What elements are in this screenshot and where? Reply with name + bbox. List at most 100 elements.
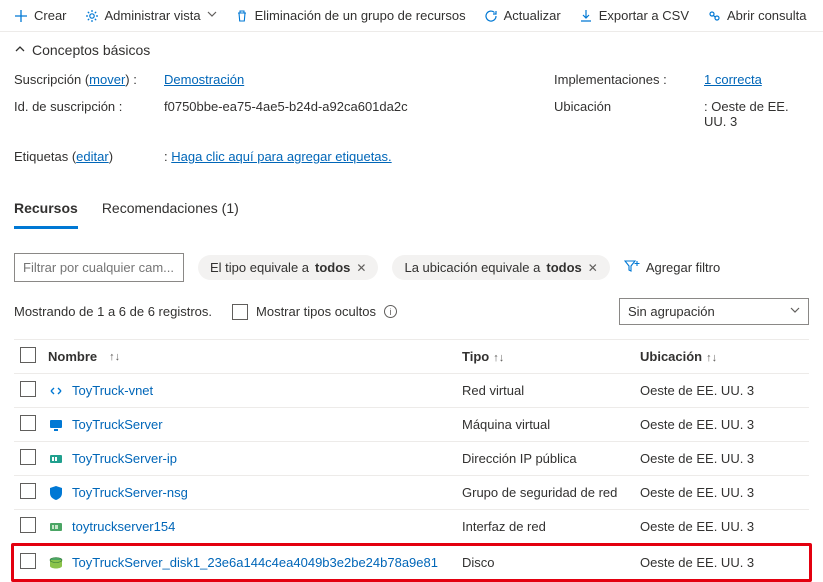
info-icon[interactable]: i — [384, 305, 397, 318]
type-filter-pill[interactable]: El tipo equivale a todos ✕ — [198, 255, 378, 280]
refresh-button[interactable]: Actualizar — [484, 8, 561, 23]
col-location-header[interactable]: Ubicación — [640, 349, 702, 364]
create-label: Crear — [34, 8, 67, 23]
subscription-link[interactable]: Demostración — [164, 72, 244, 87]
row-checkbox[interactable] — [20, 483, 36, 499]
refresh-icon — [484, 9, 498, 23]
resource-link[interactable]: ToyTruckServer_disk1_23e6a144c4ea4049b3e… — [72, 555, 438, 570]
table-row: ToyTruckServer-nsg Grupo de seguridad de … — [14, 475, 809, 509]
type-filter-value: todos — [315, 260, 350, 275]
resource-icon — [48, 485, 64, 501]
col-name-header[interactable]: Nombre — [48, 349, 97, 364]
resource-icon — [48, 417, 64, 433]
resource-icon — [48, 451, 64, 467]
resource-icon — [48, 519, 64, 535]
resource-location: Oeste de EE. UU. 3 — [640, 383, 754, 398]
tab-resources[interactable]: Recursos — [14, 194, 78, 229]
resource-location: Oeste de EE. UU. 3 — [640, 451, 754, 466]
location-filter-pill[interactable]: La ubicación equivale a todos ✕ — [392, 255, 609, 280]
record-count: Mostrando de 1 a 6 de 6 registros. — [14, 304, 212, 319]
location-filter-clear[interactable]: ✕ — [588, 261, 598, 275]
filter-icon — [624, 259, 640, 276]
delete-button[interactable]: Eliminación de un grupo de recursos — [235, 8, 466, 23]
open-query-button[interactable]: Abrir consulta — [707, 8, 806, 23]
resource-type: Grupo de seguridad de red — [462, 485, 617, 500]
export-button[interactable]: Exportar a CSV — [579, 8, 689, 23]
filter-input[interactable] — [14, 253, 184, 282]
row-checkbox[interactable] — [20, 381, 36, 397]
refresh-label: Actualizar — [504, 8, 561, 23]
location-value: Oeste de EE. UU. 3 — [704, 99, 789, 129]
tab-bar: Recursos Recomendaciones (1) — [0, 182, 823, 229]
open-query-label: Abrir consulta — [727, 8, 806, 23]
table-row: ToyTruckServer-ip Dirección IP pública Oes… — [14, 441, 809, 475]
plus-icon — [14, 9, 28, 23]
row-checkbox[interactable] — [20, 449, 36, 465]
table-row: ToyTruckServer_disk1_23e6a144c4ea4049b3e… — [11, 543, 812, 582]
resource-link[interactable]: toytruckserver154 — [72, 519, 175, 534]
deployments-label: Implementaciones — [554, 72, 660, 87]
table-header: Nombre ↑↓ Tipo ↑↓ Ubicación ↑↓ — [14, 339, 809, 373]
col-type-header[interactable]: Tipo — [462, 349, 489, 364]
gear-icon — [85, 9, 99, 23]
resource-location: Oeste de EE. UU. 3 — [640, 555, 754, 570]
hidden-types-checkbox[interactable] — [232, 304, 248, 320]
list-meta: Mostrando de 1 a 6 de 6 registros. Mostr… — [0, 292, 823, 339]
grouping-select[interactable]: Sin agrupación — [619, 298, 809, 325]
row-checkbox[interactable] — [20, 415, 36, 431]
add-filter-button[interactable]: Agregar filtro — [624, 259, 720, 276]
resource-link[interactable]: ToyTruckServer — [72, 417, 163, 432]
hidden-types-label: Mostrar tipos ocultos — [256, 304, 376, 319]
resource-type: Red virtual — [462, 383, 524, 398]
show-hidden-types[interactable]: Mostrar tipos ocultos i — [232, 304, 397, 320]
table-row: toytruckserver154 Interfaz de red Oeste de… — [14, 509, 809, 543]
tags-label: Etiquetas — [14, 149, 68, 164]
subscription-id-value: f0750bbe-ea75-4ae5-b24d-a92ca601da2c — [164, 99, 408, 114]
row-checkbox[interactable] — [20, 553, 36, 569]
resource-location: Oeste de EE. UU. 3 — [640, 417, 754, 432]
basics-header: Conceptos básicos — [32, 42, 150, 58]
command-bar: Crear Administrar vista Eliminación de u… — [0, 0, 823, 32]
resource-location: Oeste de EE. UU. 3 — [640, 485, 754, 500]
location-filter-value: todos — [546, 260, 581, 275]
manage-view-label: Administrar vista — [105, 8, 201, 23]
subscription-id-label: Id. de suscripción — [14, 99, 115, 114]
grouping-value: Sin agrupación — [628, 304, 715, 319]
resources-table: Nombre ↑↓ Tipo ↑↓ Ubicación ↑↓ ToyTruck-vne… — [0, 339, 823, 582]
resource-link[interactable]: ToyTruckServer-ip — [72, 451, 177, 466]
resource-link[interactable]: ToyTruckServer-nsg — [72, 485, 188, 500]
row-checkbox[interactable] — [20, 517, 36, 533]
manage-view-button[interactable]: Administrar vista — [85, 8, 217, 23]
type-filter-prefix: El tipo equivale a — [210, 260, 309, 275]
resource-type: Dirección IP pública — [462, 451, 577, 466]
resource-location: Oeste de EE. UU. 3 — [640, 519, 754, 534]
resource-icon — [48, 555, 64, 571]
select-all-checkbox[interactable] — [20, 347, 36, 363]
table-row: ToyTruck-vnet Red virtual Oeste de EE. UU.… — [14, 373, 809, 407]
query-icon — [707, 9, 721, 23]
tags-add-link[interactable]: Haga clic aquí para agregar etiquetas. — [171, 149, 391, 164]
move-link[interactable]: mover — [89, 72, 125, 87]
sort-icon[interactable]: ↑↓ — [493, 352, 504, 364]
trash-icon — [235, 9, 249, 23]
sort-icon[interactable]: ↑↓ — [706, 352, 717, 364]
type-filter-clear[interactable]: ✕ — [356, 261, 366, 275]
resource-icon — [48, 383, 64, 399]
resource-type: Disco — [462, 555, 495, 570]
basics-toggle[interactable]: Conceptos básicos — [0, 32, 823, 66]
create-button[interactable]: Crear — [14, 8, 67, 23]
location-filter-prefix: La ubicación equivale a — [404, 260, 540, 275]
export-label: Exportar a CSV — [599, 8, 689, 23]
tab-recommendations[interactable]: Recomendaciones (1) — [102, 194, 239, 229]
deployments-link[interactable]: 1 correcta — [704, 72, 762, 87]
download-icon — [579, 9, 593, 23]
filter-bar: El tipo equivale a todos ✕ La ubicación … — [0, 229, 823, 292]
resource-link[interactable]: ToyTruck-vnet — [72, 383, 153, 398]
table-row: ToyTruckServerMáquina virtualOeste de EE… — [14, 407, 809, 441]
tags-edit-link[interactable]: editar — [76, 149, 109, 164]
resource-type: Interfaz de red — [462, 519, 546, 534]
chevron-up-icon — [14, 43, 26, 58]
essentials-panel: Suscripción (mover) : Demostración Imple… — [0, 66, 823, 182]
sort-icon[interactable]: ↑↓ — [109, 351, 120, 363]
location-label: Ubicación — [554, 99, 611, 114]
